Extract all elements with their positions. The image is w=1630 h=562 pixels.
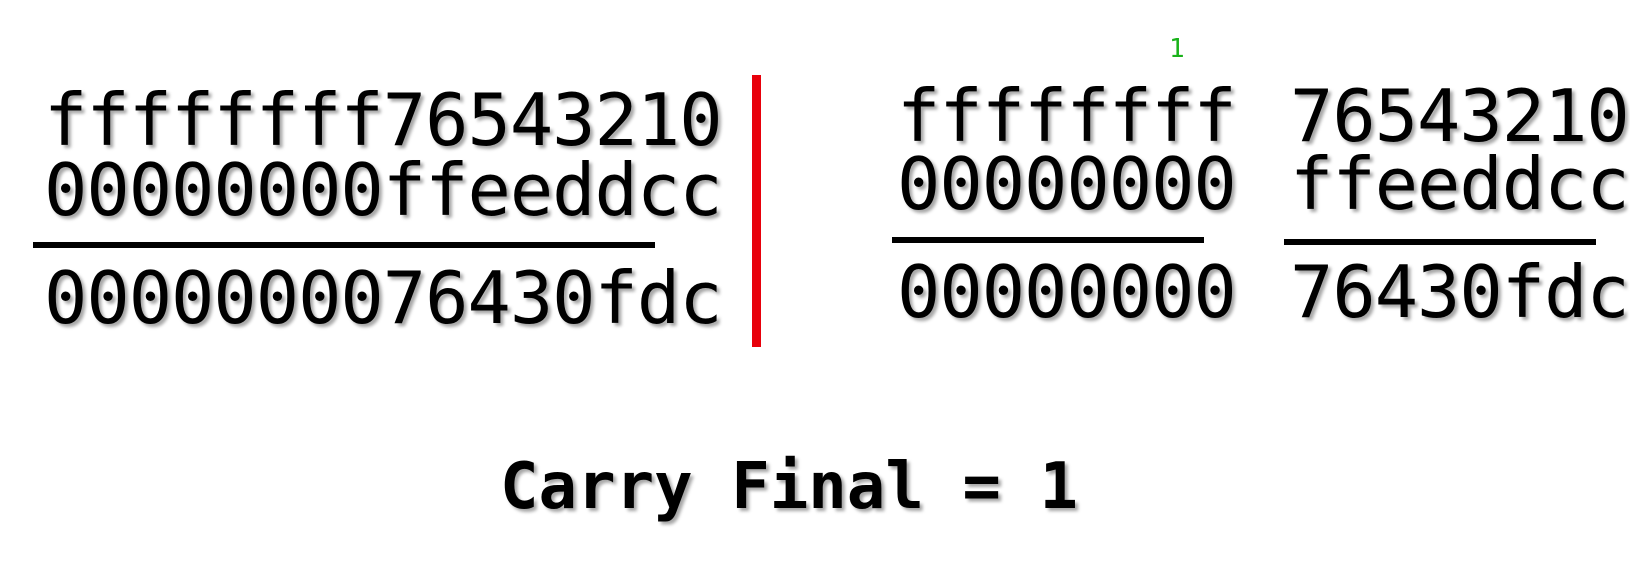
high-result: 00000000 (897, 250, 1237, 334)
carry-final-label: Carry Final = 1 (500, 450, 1078, 524)
high-sum-rule (892, 237, 1204, 243)
low-result: 76430fdc (1290, 250, 1630, 334)
left-operand-b: 00000000ffeeddcc (44, 148, 723, 232)
left-operand-a: ffffffff76543210 (44, 78, 723, 162)
low-operand-b: ffeeddcc (1290, 142, 1630, 226)
section-divider (752, 75, 761, 347)
high-operand-b: 00000000 (897, 142, 1237, 226)
left-result: 0000000076430fdc (44, 256, 723, 340)
left-sum-rule (33, 242, 655, 248)
low-sum-rule (1284, 239, 1596, 245)
carry-in-digit: 1 (1169, 34, 1185, 64)
